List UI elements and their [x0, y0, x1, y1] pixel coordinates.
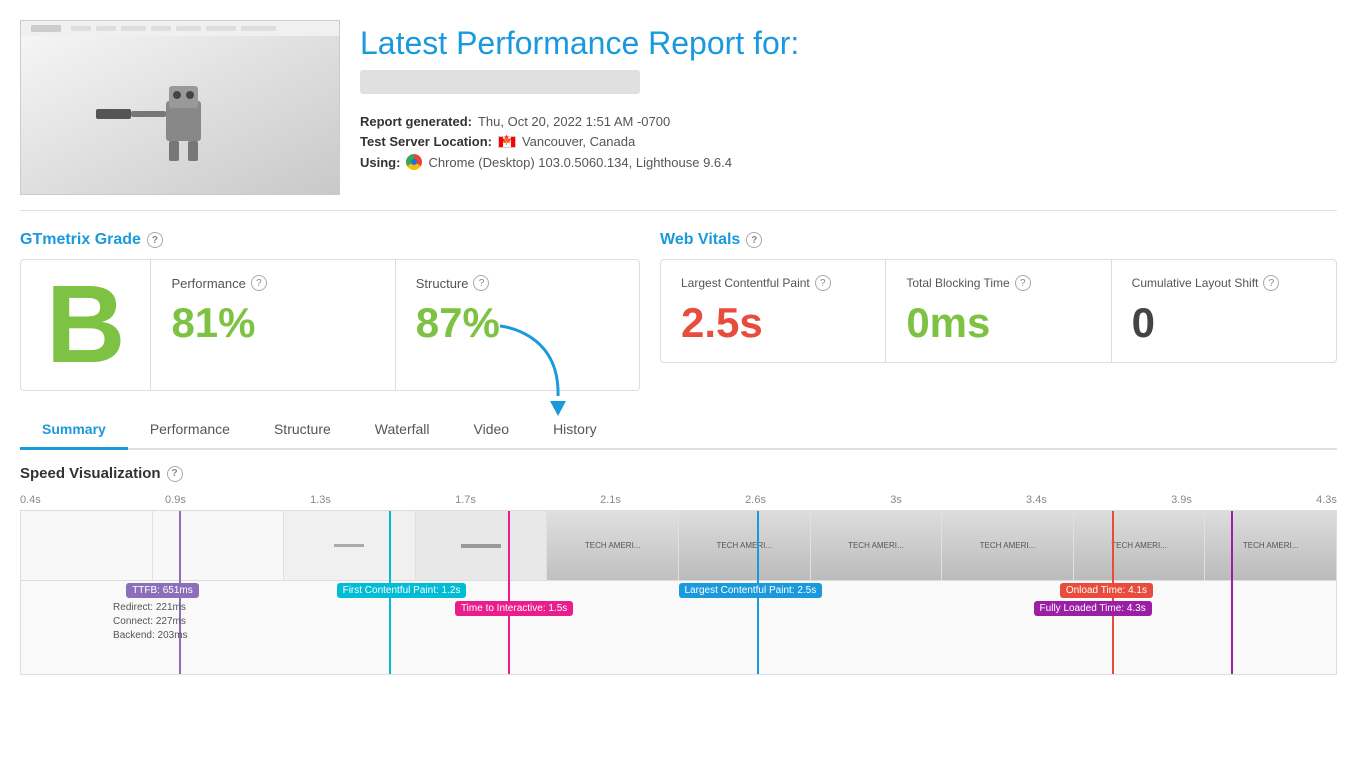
structure-help-icon[interactable]: ?: [473, 275, 489, 291]
performance-help-icon[interactable]: ?: [251, 275, 267, 291]
tab-waterfall[interactable]: Waterfall: [353, 411, 452, 450]
canada-flag-icon: [498, 136, 516, 148]
tab-performance[interactable]: Performance: [128, 411, 252, 450]
using-value: Chrome (Desktop) 103.0.5060.134, Lightho…: [428, 155, 732, 170]
report-generated-value: Thu, Oct 20, 2022 1:51 AM -0700: [478, 114, 670, 129]
using-label: Using:: [360, 155, 400, 170]
structure-label: Structure: [416, 276, 469, 291]
tab-summary[interactable]: Summary: [20, 411, 128, 450]
ruler-mark-7: 3s: [890, 494, 902, 506]
timeline-ruler: 0.4s 0.9s 1.3s 1.7s 2.1s 2.6s 3s 3.4s 3.…: [20, 494, 1337, 510]
tbt-value: 0ms: [906, 299, 1090, 347]
cls-label: Cumulative Layout Shift: [1132, 276, 1259, 290]
fully-loaded-line: [1231, 511, 1233, 674]
screenshot-frame-2: [153, 511, 285, 580]
ruler-mark-6: 2.6s: [745, 494, 766, 506]
cls-help-icon[interactable]: ?: [1263, 275, 1279, 291]
screenshot-frame-8: TECH AMERI...: [942, 511, 1074, 580]
tbt-help-icon[interactable]: ?: [1015, 275, 1031, 291]
web-vitals-help-icon[interactable]: ?: [746, 232, 762, 248]
screenshot-frame-10: TECH AMERI...: [1205, 511, 1336, 580]
web-vitals-section: Web Vitals ? Largest Contentful Paint ? …: [660, 231, 1337, 391]
vitals-box: Largest Contentful Paint ? 2.5s Total Bl…: [660, 259, 1337, 363]
tti-line: [508, 511, 510, 674]
performance-metric: Performance ? 81%: [150, 260, 394, 390]
tbt-label: Total Blocking Time: [906, 276, 1009, 290]
tabs-nav: Summary Performance Structure Waterfall …: [20, 411, 1337, 448]
site-screenshot: [20, 20, 340, 195]
screenshot-frame-5: TECH AMERI...: [547, 511, 679, 580]
onload-label: Onload Time: 4.1s: [1060, 583, 1153, 598]
timeline-track: TECH AMERI... TECH AMERI... TECH AMERI..…: [20, 510, 1337, 675]
tti-label: Time to Interactive: 1.5s: [455, 601, 573, 616]
screenshot-frame-9: TECH AMERI...: [1074, 511, 1206, 580]
server-location-value: Vancouver, Canada: [522, 134, 635, 149]
speed-viz-help-icon[interactable]: ?: [167, 466, 183, 482]
gtmetrix-grade-section: GTmetrix Grade ? B Performance ? 81%: [20, 231, 640, 391]
ruler-mark-3: 1.3s: [310, 494, 331, 506]
lcp-value: 2.5s: [681, 299, 865, 347]
grade-box: B Performance ? 81% Structure ?: [20, 259, 640, 391]
lcp-label: Largest Contentful Paint: [681, 276, 810, 290]
ruler-mark-5: 2.1s: [600, 494, 621, 506]
chrome-icon: [406, 154, 422, 170]
performance-value: 81%: [171, 299, 374, 347]
tabs-section: Summary Performance Structure Waterfall …: [20, 411, 1337, 450]
screenshot-frame-4: [416, 511, 548, 580]
lcp-vital: Largest Contentful Paint ? 2.5s: [661, 260, 885, 362]
cls-vital: Cumulative Layout Shift ? 0: [1111, 260, 1336, 362]
tab-structure[interactable]: Structure: [252, 411, 353, 450]
lcp-line-label: Largest Contentful Paint: 2.5s: [679, 583, 823, 598]
header-info: Latest Performance Report for: Report ge…: [360, 20, 1337, 175]
gtmetrix-title: GTmetrix Grade ?: [20, 231, 640, 249]
meta-report-generated: Report generated: Thu, Oct 20, 2022 1:51…: [360, 114, 1337, 129]
ruler-mark-1: 0.4s: [20, 494, 41, 506]
report-url: [360, 70, 640, 94]
structure-value: 87%: [416, 299, 619, 347]
scores-section: GTmetrix Grade ? B Performance ? 81%: [20, 211, 1337, 401]
lcp-help-icon[interactable]: ?: [815, 275, 831, 291]
screenshot-frame-3: [284, 511, 416, 580]
ruler-mark-4: 1.7s: [455, 494, 476, 506]
cls-value: 0: [1132, 299, 1316, 347]
report-generated-label: Report generated:: [360, 114, 472, 129]
performance-label: Performance: [171, 276, 245, 291]
server-location-label: Test Server Location:: [360, 134, 492, 149]
tab-video[interactable]: Video: [452, 411, 532, 450]
ruler-mark-8: 3.4s: [1026, 494, 1047, 506]
report-title: Latest Performance Report for:: [360, 25, 1337, 62]
fully-loaded-label: Fully Loaded Time: 4.3s: [1034, 601, 1152, 616]
screenshots-row: TECH AMERI... TECH AMERI... TECH AMERI..…: [21, 511, 1336, 581]
tbt-vital: Total Blocking Time ? 0ms: [885, 260, 1110, 362]
tab-history[interactable]: History: [531, 411, 619, 450]
fcp-label: First Contentful Paint: 1.2s: [337, 583, 467, 598]
screenshot-frame-7: TECH AMERI...: [811, 511, 943, 580]
meta-using: Using: Chrome (Desktop) 103.0.5060.134, …: [360, 154, 1337, 170]
screenshot-frame-6: TECH AMERI...: [679, 511, 811, 580]
ruler-mark-2: 0.9s: [165, 494, 186, 506]
meta-server-location: Test Server Location: Vancouver, Canada: [360, 134, 1337, 149]
ttfb-label: TTFB: 651ms: [126, 583, 199, 598]
speed-visualization-section: Speed Visualization ? 0.4s 0.9s 1.3s 1.7…: [20, 450, 1337, 690]
ruler-mark-10: 4.3s: [1316, 494, 1337, 506]
gtmetrix-help-icon[interactable]: ?: [147, 232, 163, 248]
ttfb-sub: Redirect: 221msConnect: 227msBackend: 20…: [113, 601, 188, 643]
screenshot-frame-1: [21, 511, 153, 580]
grade-letter: B: [21, 260, 150, 390]
grade-metrics: Performance ? 81% Structure ? 87%: [150, 260, 639, 390]
web-vitals-title: Web Vitals ?: [660, 231, 1337, 249]
speed-visualization-title: Speed Visualization ?: [20, 465, 1337, 482]
ruler-mark-9: 3.9s: [1171, 494, 1192, 506]
structure-metric: Structure ? 87%: [395, 260, 639, 390]
